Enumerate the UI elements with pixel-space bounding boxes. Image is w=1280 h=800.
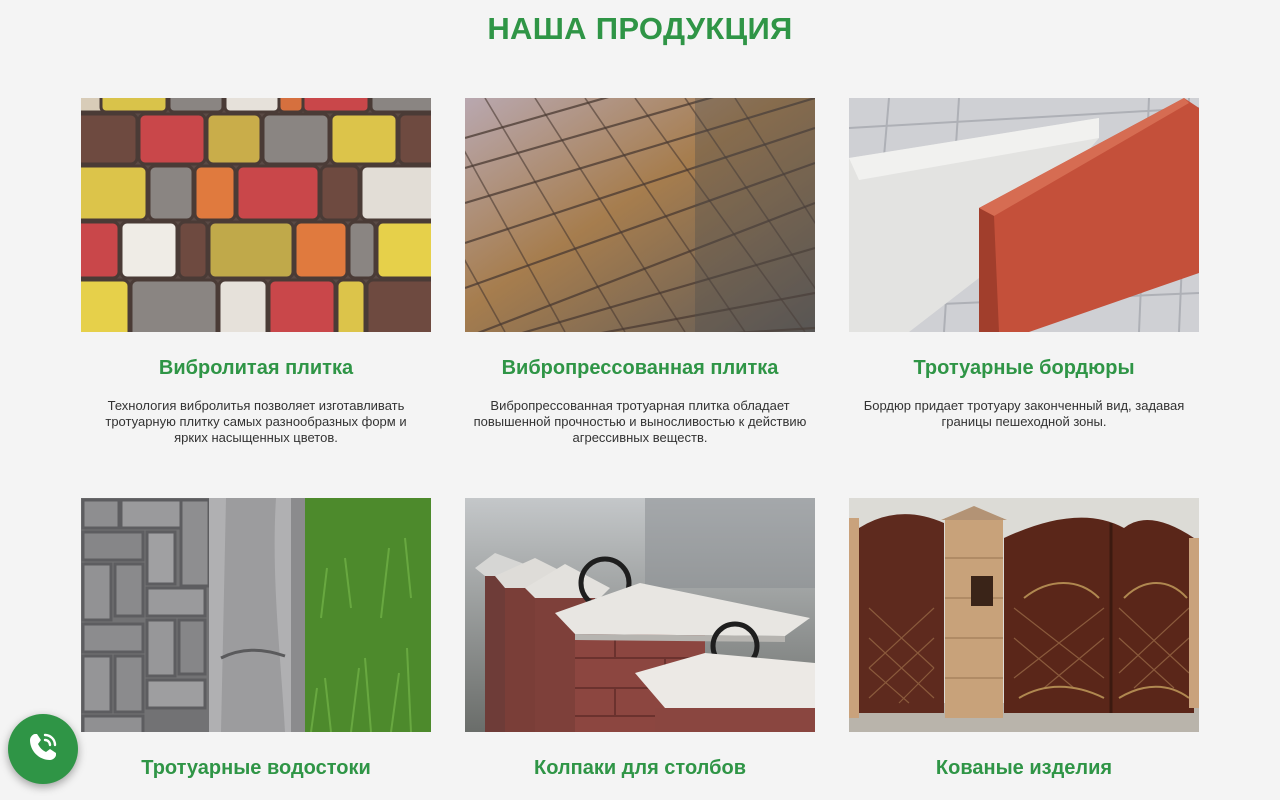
product-card-post-caps[interactable]: Колпаки для столбов: [465, 498, 815, 781]
products-page: НАША ПРОДУКЦИЯ Вибролитая плитка Техноло…: [0, 0, 1280, 800]
product-title[interactable]: Колпаки для столбов: [465, 755, 815, 781]
section-title: НАША ПРОДУКЦИЯ: [487, 11, 793, 46]
product-card-vibrocast-tile[interactable]: Вибролитая плитка Технология вибролитья …: [81, 98, 431, 446]
product-description: Технология вибролитья позволяет изготавл…: [105, 398, 407, 445]
product-title[interactable]: Тротуарные бордюры: [849, 355, 1199, 381]
product-image-forged-products[interactable]: [849, 498, 1199, 732]
product-card-curbs[interactable]: Тротуарные бордюры Бордюр придает тротуа…: [849, 98, 1199, 430]
call-button[interactable]: [8, 714, 78, 784]
product-image-curbs[interactable]: [849, 98, 1199, 332]
product-card-forged-products[interactable]: Кованые изделия: [849, 498, 1199, 781]
product-card-vibropressed-tile[interactable]: Вибропрессованная плитка Вибропрессованн…: [465, 98, 815, 446]
product-title[interactable]: Кованые изделия: [849, 755, 1199, 781]
product-image-vibrocast-tile[interactable]: [81, 98, 431, 332]
product-title[interactable]: Тротуарные водостоки: [81, 755, 431, 781]
product-card-drains[interactable]: Тротуарные водостоки: [81, 498, 431, 781]
phone-icon: [23, 727, 63, 772]
product-description: Вибропрессованная тротуарная плитка обла…: [473, 398, 807, 445]
product-title[interactable]: Вибропрессованная плитка: [465, 355, 815, 381]
product-image-post-caps[interactable]: [465, 498, 815, 732]
product-description: Бордюр придает тротуару законченный вид,…: [863, 398, 1185, 429]
product-image-drains[interactable]: [81, 498, 431, 732]
product-image-vibropressed-tile[interactable]: [465, 98, 815, 332]
product-title[interactable]: Вибролитая плитка: [81, 355, 431, 381]
